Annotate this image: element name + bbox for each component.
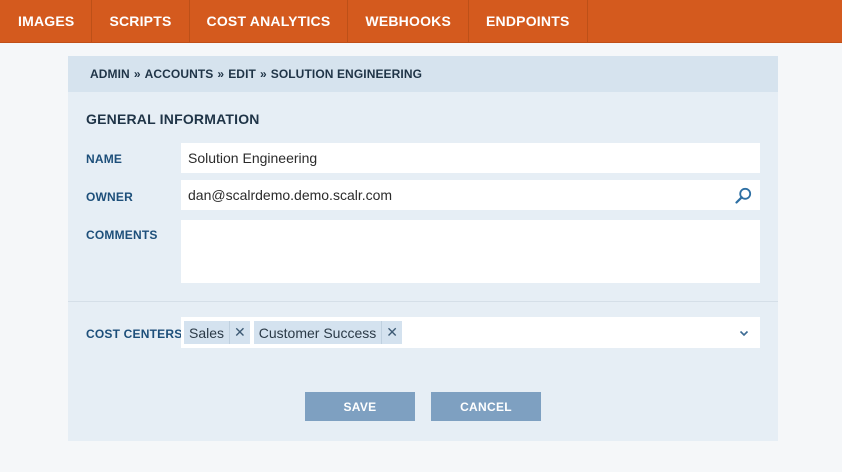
owner-label: OWNER [86,190,133,204]
comments-label: COMMENTS [86,228,158,242]
cost-centers-label: COST CENTERS [86,327,183,341]
cancel-button[interactable]: CANCEL [431,392,541,421]
breadcrumb: ADMIN » ACCOUNTS » EDIT » SOLUTION ENGIN… [68,56,778,92]
owner-field [181,180,760,210]
tag-label: Customer Success [258,324,377,341]
breadcrumb-edit[interactable]: EDIT [228,67,256,81]
name-label: NAME [86,152,123,166]
divider [68,301,778,302]
cost-centers-tagfield[interactable]: Sales ✕ Customer Success ✕ [181,317,760,348]
breadcrumb-accounts[interactable]: ACCOUNTS [145,67,214,81]
nav-item-webhooks[interactable]: WEBHOOKS [348,0,470,42]
name-input[interactable] [181,143,760,173]
breadcrumb-separator: » [133,67,141,81]
nav-item-cost-analytics[interactable]: COST ANALYTICS [190,0,349,42]
section-title: GENERAL INFORMATION [86,111,260,127]
top-nav: IMAGES SCRIPTS COST ANALYTICS WEBHOOKS E… [0,0,842,43]
remove-tag-icon[interactable]: ✕ [381,321,402,344]
nav-item-endpoints[interactable]: ENDPOINTS [469,0,588,42]
nav-item-scripts[interactable]: SCRIPTS [92,0,190,42]
remove-tag-icon[interactable]: ✕ [229,321,250,344]
search-icon[interactable] [735,187,752,204]
save-button[interactable]: SAVE [305,392,415,421]
owner-input[interactable] [181,180,721,210]
breadcrumb-current: SOLUTION ENGINEERING [270,67,423,81]
edit-account-panel: ADMIN » ACCOUNTS » EDIT » SOLUTION ENGIN… [68,56,778,441]
cost-center-tag: Customer Success ✕ [253,321,402,344]
cost-center-tag: Sales ✕ [184,321,250,344]
nav-item-images[interactable]: IMAGES [0,0,93,42]
tag-label: Sales [189,324,225,341]
chevron-down-icon[interactable] [738,327,750,339]
comments-textarea[interactable] [181,220,760,283]
breadcrumb-separator: » [259,67,267,81]
breadcrumb-separator: » [217,67,225,81]
breadcrumb-admin[interactable]: ADMIN [90,67,130,81]
